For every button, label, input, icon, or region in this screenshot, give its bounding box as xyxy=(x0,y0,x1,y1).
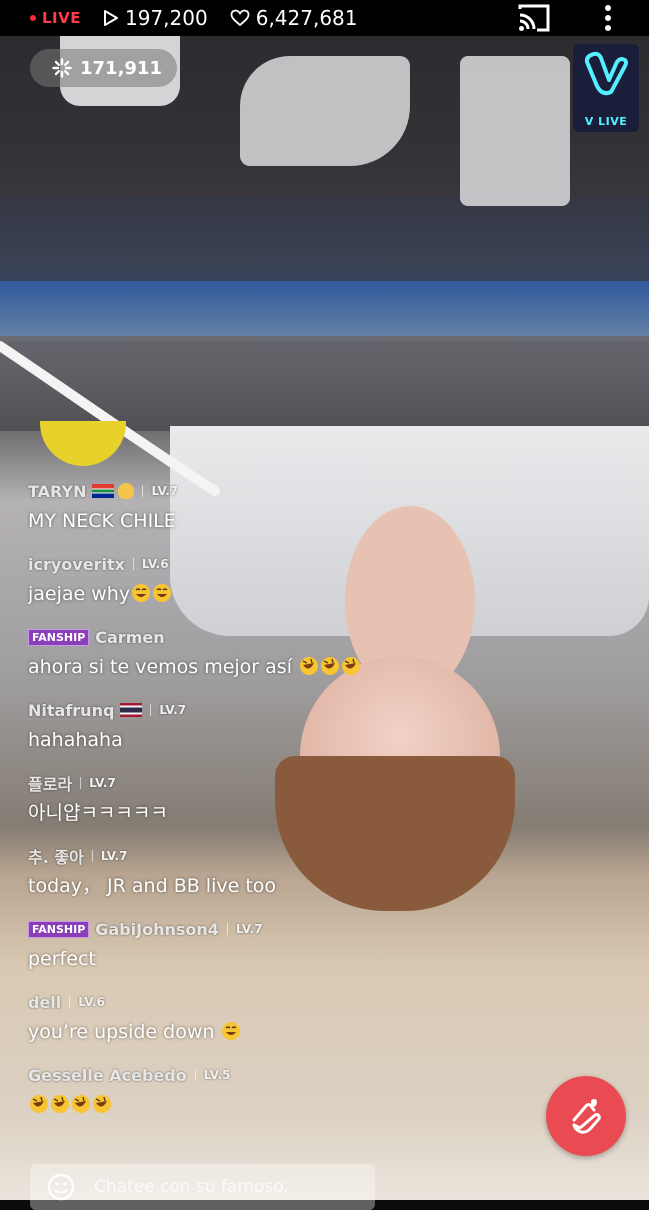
play-count: 197,200 xyxy=(103,6,208,30)
like-count-value: 6,427,681 xyxy=(255,6,358,30)
video-sign-shape-2 xyxy=(240,56,410,166)
chat-text: today， JR and BB live too xyxy=(28,875,277,897)
chat-level: LV.7 xyxy=(100,849,128,863)
finger-heart-icon xyxy=(572,1099,601,1134)
rofl-emoji-icon xyxy=(321,657,340,675)
chat-level: LV.7 xyxy=(151,484,179,498)
chat-message: TARYN LV.7 MY NECK CHILE xyxy=(28,480,588,553)
separator xyxy=(91,850,93,862)
rofl-emoji-icon xyxy=(51,1095,69,1113)
chat-text: MY NECK CHILE xyxy=(28,510,176,532)
rofl-emoji-icon xyxy=(342,657,361,675)
separator xyxy=(194,1069,196,1081)
chat-text: 아니얍ㅋㅋㅋㅋㅋ xyxy=(28,802,168,824)
hands-emoji-icon xyxy=(118,483,135,499)
rofl-emoji-icon xyxy=(72,1095,90,1113)
separator xyxy=(150,704,152,716)
chat-username[interactable]: Nitafrunq xyxy=(28,701,114,720)
chat-text: ahora si te vemos mejor así xyxy=(28,656,299,678)
chat-username[interactable]: 플로라 xyxy=(28,771,72,795)
chat-username[interactable]: icryoveritx xyxy=(28,555,125,574)
chat-username[interactable]: Carmen xyxy=(95,628,164,647)
grinning-sweat-emoji-icon xyxy=(222,1022,241,1040)
viewer-count-pill: 171,911 xyxy=(30,49,177,87)
chat-username[interactable]: dell xyxy=(28,993,61,1012)
fanship-badge: FANSHIP xyxy=(28,628,90,646)
fanship-badge: FANSHIP xyxy=(28,920,90,938)
chat-level: LV.7 xyxy=(159,703,187,717)
chat-message: Nitafrunq LV.7 hahahaha xyxy=(28,699,588,772)
chat-text: jaejae why xyxy=(28,583,131,605)
chat-message: icryoveritx LV.6 jaejae why xyxy=(28,553,588,626)
chat-text: perfect xyxy=(28,948,96,970)
chat-level: LV.6 xyxy=(141,557,169,571)
chat-username[interactable]: 추. 좋아 xyxy=(28,844,84,868)
video-sign-shape-3 xyxy=(460,56,570,206)
emoji-smile-icon[interactable] xyxy=(46,1172,76,1202)
status-bar: LIVE 197,200 6,427,681 xyxy=(0,0,649,36)
live-indicator: LIVE xyxy=(30,9,81,27)
grinning-sweat-emoji-icon xyxy=(153,584,172,602)
vlive-logo: V LIVE xyxy=(573,44,639,132)
separator xyxy=(132,558,134,570)
chat-list[interactable]: TARYN LV.7 MY NECK CHILE icryoveritx LV.… xyxy=(28,480,588,1137)
play-count-value: 197,200 xyxy=(125,6,208,30)
live-dot-icon xyxy=(30,15,36,21)
rofl-emoji-icon xyxy=(93,1095,111,1113)
chat-level: LV.6 xyxy=(78,995,105,1009)
chat-username[interactable]: GabiJohnson4 xyxy=(95,920,219,939)
play-icon xyxy=(104,10,118,26)
chat-level: LV.5 xyxy=(203,1068,231,1082)
send-heart-button[interactable] xyxy=(546,1076,626,1156)
separator xyxy=(142,485,144,497)
heart-outline-icon xyxy=(230,9,250,27)
chat-level: LV.7 xyxy=(235,922,263,936)
cast-icon[interactable] xyxy=(517,3,551,33)
chat-input-bar[interactable] xyxy=(30,1164,375,1210)
thailand-flag-icon xyxy=(120,703,143,717)
live-label: LIVE xyxy=(42,9,81,27)
chat-message: 추. 좋아 LV.7 today， JR and BB live too xyxy=(28,845,588,918)
chat-text: hahahaha xyxy=(28,729,123,751)
vlive-logo-label: V LIVE xyxy=(584,115,628,128)
sparkle-icon xyxy=(52,58,72,78)
separator xyxy=(80,777,82,789)
rofl-emoji-icon xyxy=(300,657,319,675)
chat-username[interactable]: TARYN xyxy=(28,482,86,501)
grinning-sweat-emoji-icon xyxy=(132,584,151,602)
like-count: 6,427,681 xyxy=(230,6,358,30)
chat-input[interactable] xyxy=(92,1176,356,1198)
video-cable xyxy=(0,341,220,496)
separator xyxy=(226,923,228,935)
south-africa-flag-icon xyxy=(92,484,115,498)
rofl-emoji-icon xyxy=(30,1095,48,1113)
v-hand-logo-icon xyxy=(584,51,628,96)
chat-username[interactable]: Gesselle Acebedo xyxy=(28,1066,187,1085)
viewer-count: 171,911 xyxy=(80,57,162,79)
more-options-icon[interactable] xyxy=(598,4,618,32)
separator xyxy=(69,996,71,1008)
chat-message: Gesselle Acebedo LV.5 xyxy=(28,1064,588,1137)
chat-message: 플로라 LV.7 아니얍ㅋㅋㅋㅋㅋ xyxy=(28,772,588,845)
chat-message: FANSHIP GabiJohnson4 LV.7 perfect xyxy=(28,918,588,991)
chat-text: you’re upside down xyxy=(28,1021,221,1043)
chat-message: dell LV.6 you’re upside down xyxy=(28,991,588,1064)
chat-level: LV.7 xyxy=(89,776,116,790)
chat-message: FANSHIP Carmen ahora si te vemos mejor a… xyxy=(28,626,588,699)
